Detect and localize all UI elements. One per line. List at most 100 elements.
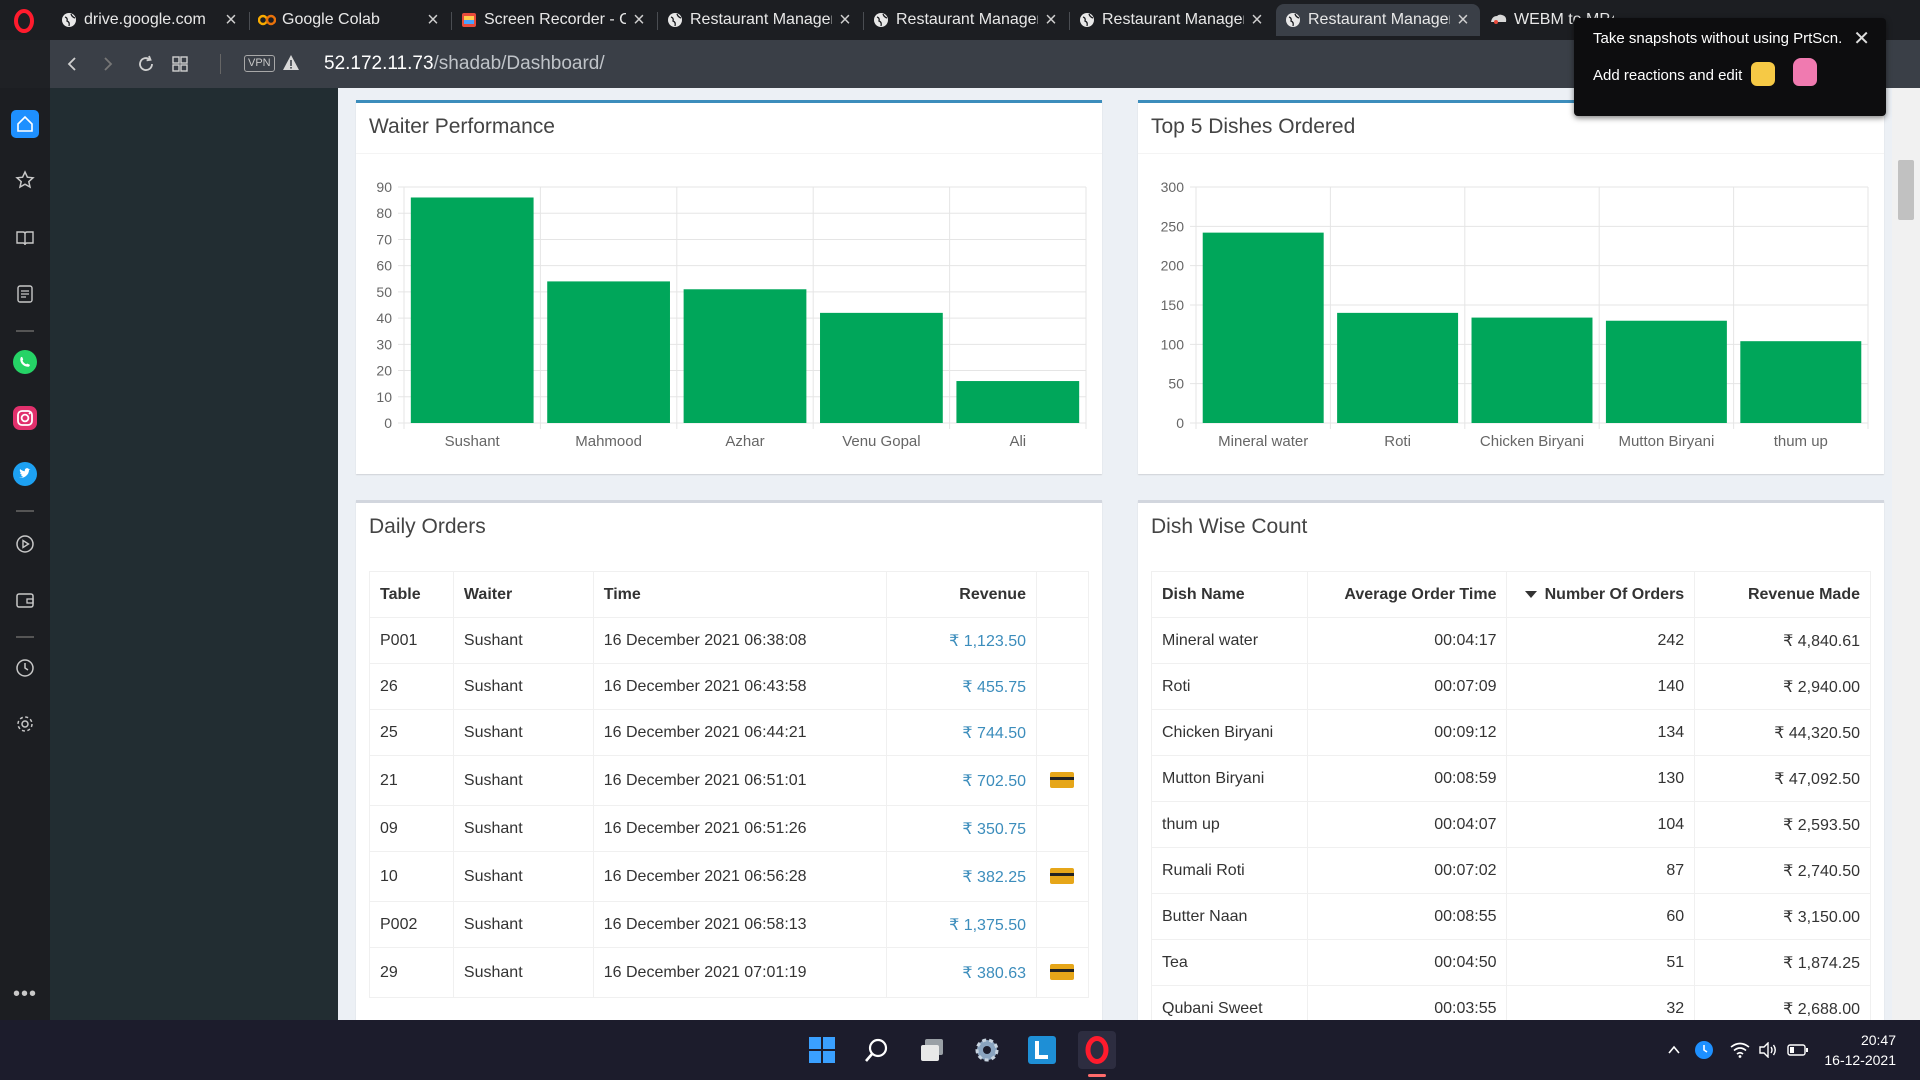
l-app-icon[interactable] <box>1023 1031 1061 1069</box>
more-options-icon[interactable]: ••• <box>11 980 39 1008</box>
table-row[interactable]: Mineral water 00:04:17 242 ₹ 4,840.61 <box>1151 617 1871 664</box>
opera-icon[interactable] <box>1078 1031 1116 1069</box>
close-tab-icon[interactable]: × <box>1454 10 1472 30</box>
tip-text-line2: Add reactions and edit <box>1593 67 1743 84</box>
bookmarks-star-icon[interactable] <box>11 166 39 194</box>
table-row[interactable]: 26 Sushant 16 December 2021 06:43:58 ₹ 455.… <box>369 663 1090 710</box>
table-row[interactable]: 09 Sushant 16 December 2021 06:51:26 ₹ 350.… <box>369 805 1090 852</box>
column-header-waiter[interactable]: Waiter <box>452 571 594 618</box>
browser-tab[interactable]: Screen Recorder - C × <box>452 4 656 36</box>
wallet-icon[interactable] <box>11 586 39 614</box>
cell-revenue[interactable]: ₹ 1,375.50 <box>886 901 1037 948</box>
browser-tab[interactable]: Restaurant Manager × <box>658 4 862 36</box>
tip-text-line1: Take snapshots without using PrtScn. <box>1593 30 1843 47</box>
cell-revenue[interactable]: ₹ 350.75 <box>886 805 1037 852</box>
cell-revenue[interactable]: ₹ 702.50 <box>886 755 1037 806</box>
chevron-up-icon[interactable] <box>1662 1038 1686 1062</box>
volume-icon[interactable] <box>1756 1038 1780 1062</box>
back-icon[interactable] <box>58 50 86 78</box>
opera-menu-icon[interactable] <box>12 9 36 33</box>
dashboard-content: Waiter Performance 0 10 20 30 40 50 60 70 80 90 Su… <box>338 88 1892 1020</box>
close-tab-icon[interactable]: × <box>1248 10 1266 30</box>
url-field[interactable]: 52.172.11.73/shadab/Dashboard/ <box>324 53 605 75</box>
vpn-badge[interactable]: VPN <box>244 55 275 72</box>
cell-revenue[interactable]: ₹ 744.50 <box>886 709 1037 756</box>
column-header-revenue[interactable]: Revenue <box>886 571 1037 618</box>
credit-card-icon[interactable] <box>1050 772 1075 789</box>
browser-tab[interactable]: Restaurant Manager × <box>1070 4 1274 36</box>
colab-icon <box>258 11 276 29</box>
table-row[interactable]: Roti 00:07:09 140 ₹ 2,940.00 <box>1151 663 1871 710</box>
not-secure-warning-icon[interactable] <box>282 54 300 72</box>
history-clock-icon[interactable] <box>11 654 39 682</box>
table-row[interactable]: 29 Sushant 16 December 2021 07:01:19 ₹ 380.… <box>369 947 1090 998</box>
cell-revenue[interactable]: ₹ 455.75 <box>886 663 1037 710</box>
player-icon[interactable] <box>11 530 39 558</box>
column-header-table[interactable]: Table <box>369 571 454 618</box>
box-title: Waiter Performance <box>369 115 555 138</box>
cell-number-of-orders: 60 <box>1506 893 1696 940</box>
tab-grid-icon[interactable] <box>166 50 194 78</box>
table-row[interactable]: 21 Sushant 16 December 2021 06:51:01 ₹ 702.… <box>369 755 1090 806</box>
close-tab-icon[interactable]: × <box>424 10 442 30</box>
credit-card-icon[interactable] <box>1050 868 1075 885</box>
search-icon[interactable] <box>858 1031 896 1069</box>
wifi-icon[interactable] <box>1728 1038 1752 1062</box>
home-icon[interactable] <box>11 110 39 138</box>
settings-icon[interactable] <box>968 1031 1006 1069</box>
browser-tab[interactable]: Restaurant Manager × <box>1276 4 1480 36</box>
cell-revenue-made: ₹ 2,688.00 <box>1694 985 1871 1020</box>
sidebar-separator <box>16 636 34 638</box>
table-row[interactable]: Butter Naan 00:08:55 60 ₹ 3,150.00 <box>1151 893 1871 940</box>
twitter-icon[interactable] <box>11 460 39 488</box>
table-row[interactable]: Rumali Roti 00:07:02 87 ₹ 2,740.50 <box>1151 847 1871 894</box>
windows-start-icon[interactable] <box>803 1031 841 1069</box>
reading-list-icon[interactable] <box>11 224 39 252</box>
cell-time: 16 December 2021 06:58:13 <box>592 901 888 948</box>
column-header-dish-name[interactable]: Dish Name <box>1151 571 1308 618</box>
cell-revenue[interactable]: ₹ 382.25 <box>886 851 1037 902</box>
column-header-revenue-made[interactable]: Revenue Made <box>1694 571 1871 618</box>
browser-tab[interactable]: drive.google.com × <box>52 4 248 36</box>
settings-gear-icon[interactable] <box>11 710 39 738</box>
table-row[interactable]: Chicken Biryani 00:09:12 134 ₹ 44,320.50 <box>1151 709 1871 756</box>
credit-card-icon[interactable] <box>1050 964 1075 981</box>
column-header-label: Number Of Orders <box>1544 585 1685 603</box>
table-row[interactable]: Qubani Sweet 00:03:55 32 ₹ 2,688.00 <box>1151 985 1871 1020</box>
cell-payment <box>1035 851 1090 902</box>
table-row[interactable]: Tea 00:04:50 51 ₹ 1,874.25 <box>1151 939 1871 986</box>
system-clock[interactable]: 20:47 16-12-2021 <box>1824 1030 1896 1070</box>
dish-wise-table: Dish Name Average Order Time Number Of O… <box>1151 571 1871 1020</box>
table-row[interactable]: 25 Sushant 16 December 2021 06:44:21 ₹ 744.… <box>369 709 1090 756</box>
table-row[interactable]: P001 Sushant 16 December 2021 06:38:08 ₹ 1,… <box>369 617 1090 664</box>
cell-revenue[interactable]: ₹ 1,123.50 <box>886 617 1037 664</box>
reload-icon[interactable] <box>132 50 160 78</box>
column-header-time[interactable]: Time <box>592 571 888 618</box>
close-tab-icon[interactable]: × <box>1042 10 1060 30</box>
close-icon[interactable]: ✕ <box>1853 26 1870 51</box>
table-row[interactable]: P002 Sushant 16 December 2021 06:58:13 ₹ 1,… <box>369 901 1090 948</box>
close-tab-icon[interactable]: × <box>836 10 854 30</box>
browser-tab[interactable]: Google Colab × <box>250 4 450 36</box>
table-row[interactable]: 10 Sushant 16 December 2021 06:56:28 ₹ 382.… <box>369 851 1090 902</box>
table-row[interactable]: Mutton Biryani 00:08:59 130 ₹ 47,092.50 <box>1151 755 1871 802</box>
personal-news-icon[interactable] <box>11 280 39 308</box>
cell-time: 16 December 2021 06:38:08 <box>592 617 888 664</box>
column-header-average-order-time[interactable]: Average Order Time <box>1306 571 1508 618</box>
task-view-icon[interactable] <box>913 1031 951 1069</box>
snapshot-tip-popup: Take snapshots without using PrtScn. Add… <box>1574 18 1886 116</box>
whatsapp-icon[interactable] <box>11 348 39 376</box>
close-tab-icon[interactable]: × <box>222 10 240 30</box>
table-row[interactable]: thum up 00:04:07 104 ₹ 2,593.50 <box>1151 801 1871 848</box>
cell-revenue[interactable]: ₹ 380.63 <box>886 947 1037 998</box>
scrollbar-thumb[interactable] <box>1898 160 1914 220</box>
instagram-icon[interactable] <box>11 404 39 432</box>
close-tab-icon[interactable]: × <box>630 10 648 30</box>
forward-icon[interactable] <box>94 50 122 78</box>
convert-icon <box>1490 11 1508 29</box>
browser-tab[interactable]: Restaurant Manager × <box>864 4 1068 36</box>
clock-app-icon[interactable] <box>1692 1038 1716 1062</box>
battery-icon[interactable] <box>1786 1038 1810 1062</box>
column-header-number-of-orders[interactable]: Number Of Orders <box>1506 571 1696 618</box>
page-scrollbar[interactable] <box>1892 88 1920 1020</box>
